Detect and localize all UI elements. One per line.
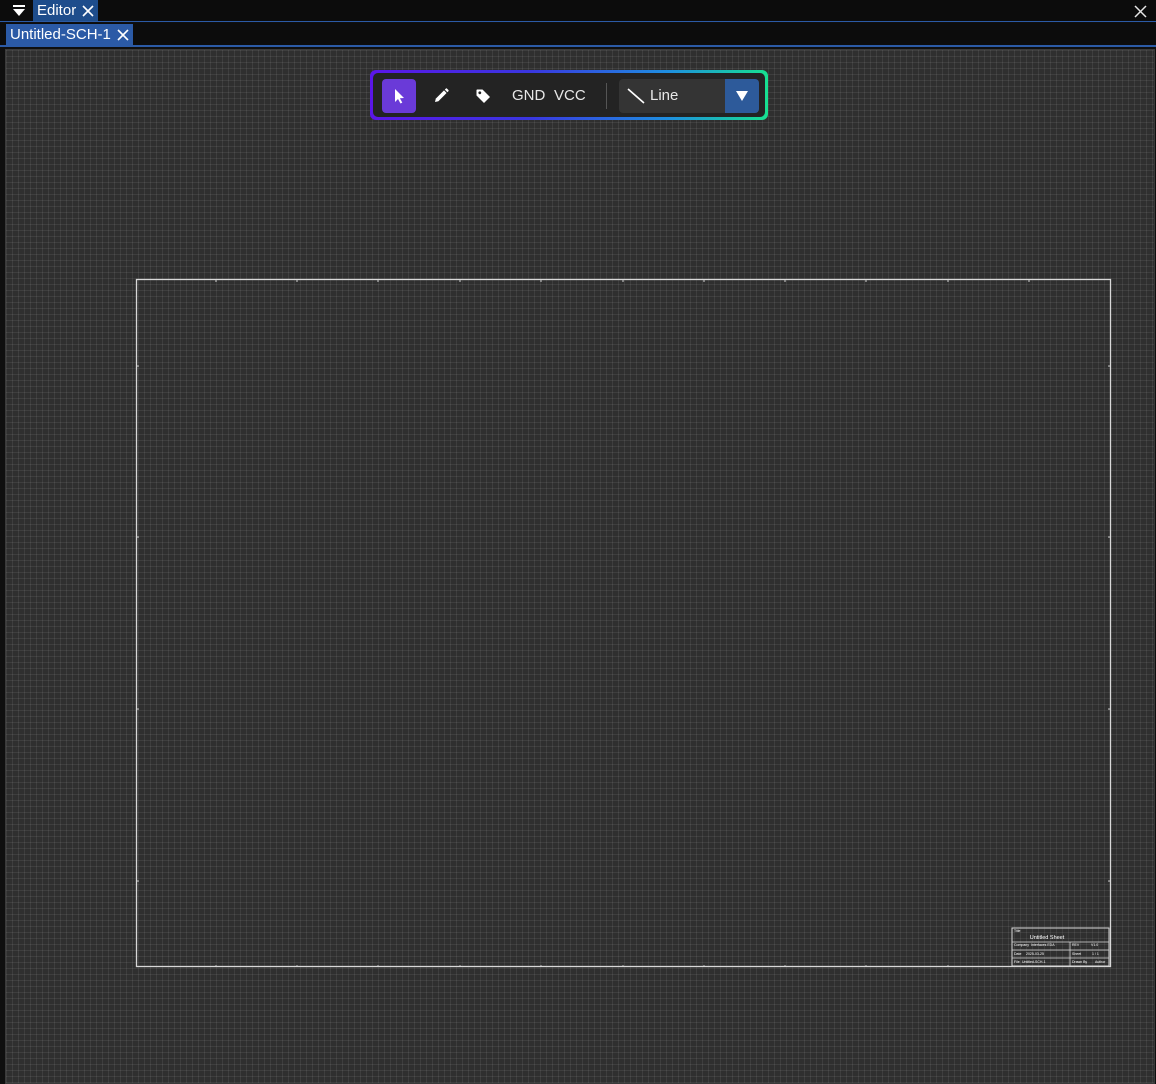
sheet-number: 1 / 1	[1092, 952, 1099, 956]
company-caption: Company	[1014, 943, 1029, 947]
file-value: Untitled-SCH-1	[1022, 960, 1046, 964]
date-caption: Date	[1014, 952, 1021, 956]
drawn-value: Author	[1095, 960, 1106, 964]
chevron-down-icon	[736, 91, 748, 101]
shape-select-dropdown-button[interactable]	[725, 79, 759, 113]
toolbar-divider	[606, 83, 607, 109]
tag-icon	[476, 89, 490, 103]
shape-select-value: Line	[650, 87, 679, 104]
vcc-button[interactable]: VCC	[554, 79, 586, 113]
draw-tool-button[interactable]	[424, 79, 458, 113]
title-block: Title Untitled Sheet Company Interfaces …	[1011, 927, 1110, 967]
select-tool-button[interactable]	[382, 79, 416, 113]
tab-label: Untitled-SCH-1	[10, 26, 111, 43]
schematic-sheet: Title Untitled Sheet Company Interfaces …	[135, 278, 1112, 968]
date-value: 2025-03-25	[1026, 952, 1044, 956]
document-tabbar: Untitled-SCH-1	[0, 23, 1156, 47]
tab-untitled-sch-1[interactable]: Untitled-SCH-1	[6, 24, 133, 45]
close-icon[interactable]	[82, 4, 94, 17]
file-caption: File	[1014, 960, 1020, 964]
menu-down-icon	[13, 4, 25, 16]
window-title: Editor	[37, 2, 77, 19]
label-tool-button[interactable]	[466, 79, 500, 113]
window-close-button[interactable]	[1130, 1, 1150, 21]
company-value: Interfaces EDA	[1031, 943, 1055, 947]
close-icon[interactable]	[117, 28, 129, 41]
pointer-icon	[395, 89, 404, 104]
window-titlebar: Editor	[0, 0, 1156, 22]
floating-toolbar: GND VCC Line	[370, 70, 768, 120]
pencil-icon	[435, 88, 449, 102]
window-menu-button[interactable]	[6, 0, 32, 21]
sheet-title: Untitled Sheet	[1030, 935, 1065, 941]
window-title-tab[interactable]: Editor	[33, 0, 99, 21]
gnd-button[interactable]: GND	[512, 79, 545, 113]
title-caption: Title	[1014, 929, 1021, 933]
drawn-caption: Drawn By	[1072, 960, 1087, 964]
rev-caption: REV	[1072, 943, 1080, 947]
rev-value: V1.0	[1091, 943, 1098, 947]
sheet-caption: Sheet	[1072, 952, 1081, 956]
close-icon	[1133, 4, 1147, 18]
line-icon	[627, 88, 645, 104]
shape-select[interactable]: Line	[619, 79, 759, 113]
